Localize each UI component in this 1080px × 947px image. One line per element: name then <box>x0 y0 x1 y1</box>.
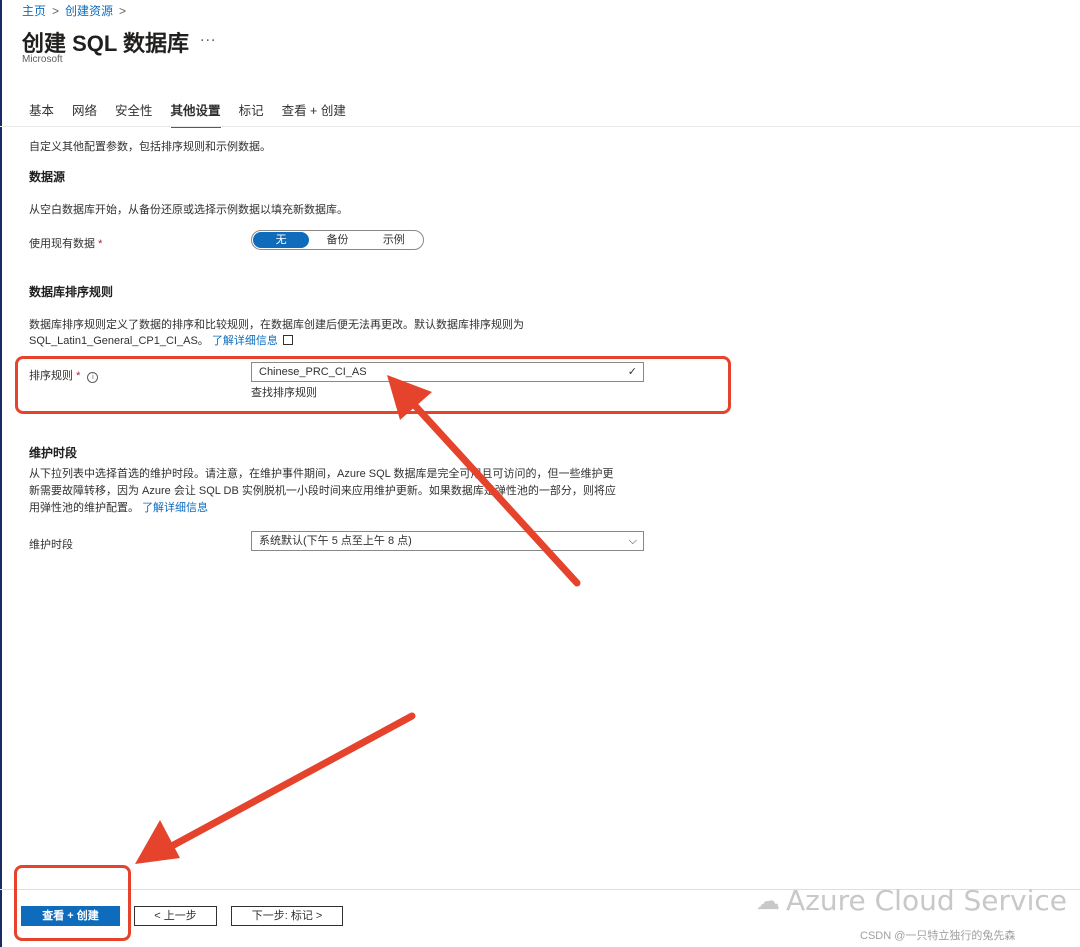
watermark-text: Azure Cloud Service <box>786 884 1067 917</box>
arrow-to-review-button <box>135 712 416 864</box>
watermark-credit: CSDN @一只特立独行的兔先森 <box>860 930 1016 942</box>
wechat-icon: ☁ <box>756 886 780 915</box>
arrow-to-collation <box>387 375 581 587</box>
watermark: ☁ Azure Cloud Service <box>756 884 1067 917</box>
annotation-arrows <box>135 375 581 864</box>
